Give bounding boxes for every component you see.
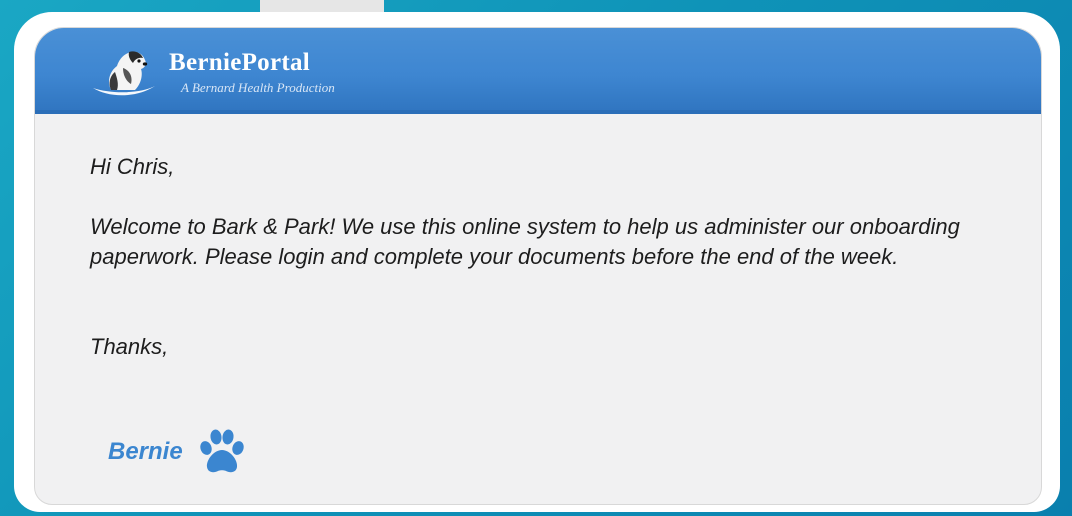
signature-name: Bernie <box>108 438 183 465</box>
email-message: Hi Chris, Welcome to Bark & Park! We use… <box>90 152 1020 362</box>
brand-title: BerniePortal <box>169 49 311 76</box>
portal-logo: BerniePortal A Bernard Health Production <box>89 42 389 102</box>
closing-text: Thanks, <box>90 334 169 359</box>
dog-logo-icon <box>93 51 155 96</box>
paw-icon <box>200 429 244 473</box>
header-divider <box>35 110 1041 114</box>
signature-row: Bernie <box>108 428 247 476</box>
message-body: Welcome to Bark & Park! We use this onli… <box>90 214 960 269</box>
portal-header: BerniePortal A Bernard Health Production <box>35 28 1041 114</box>
greeting-text: Hi Chris, <box>90 154 175 179</box>
brand-subtitle: A Bernard Health Production <box>181 80 335 95</box>
top-tab-decoration <box>260 0 384 12</box>
